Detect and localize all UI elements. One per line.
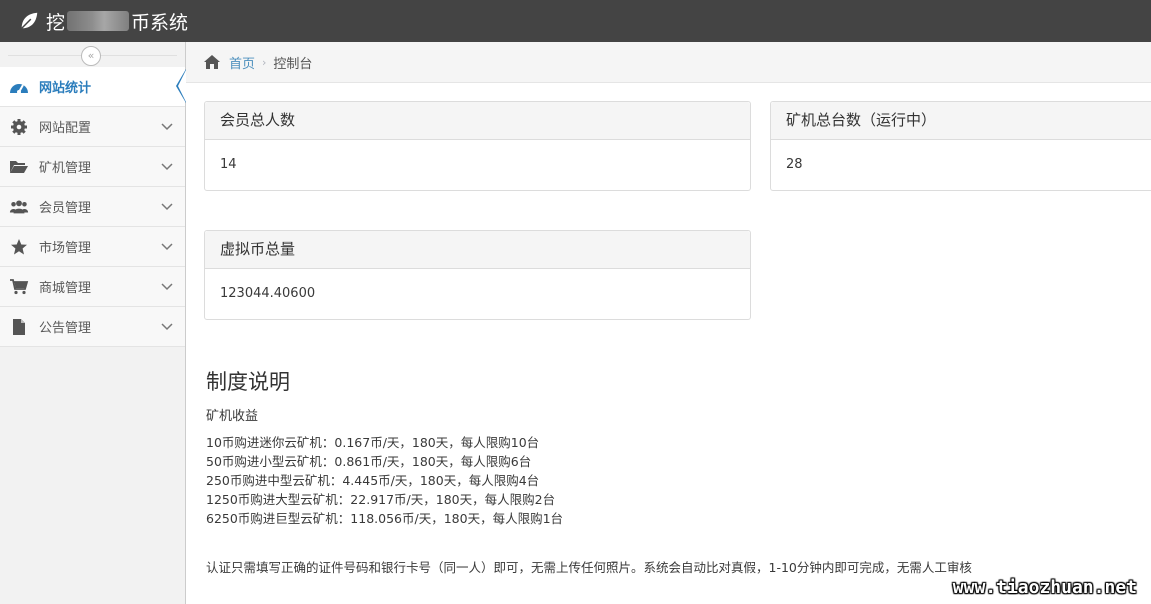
sidebar-item-shop[interactable]: 商城管理 bbox=[0, 267, 185, 307]
chevron-down-icon bbox=[161, 163, 173, 171]
top-navbar: 挖 币系统 bbox=[0, 0, 1151, 42]
sidebar: « 网站统计 网站配置 矿机管理 会员管理 市场管理 商城管理 公告管理 bbox=[0, 42, 186, 604]
panel-value: 123044.40600 bbox=[220, 286, 316, 301]
breadcrumb-current: 控制台 bbox=[273, 56, 313, 72]
sidebar-item-market[interactable]: 市场管理 bbox=[0, 227, 185, 267]
rule-line: 50币购进小型云矿机：0.861币/天，180天，每人限购6台 bbox=[206, 454, 532, 469]
double-chevron-left-icon[interactable]: « bbox=[81, 46, 101, 66]
sidebar-item-site-config[interactable]: 网站配置 bbox=[0, 107, 185, 147]
sidebar-item-label: 矿机管理 bbox=[39, 161, 92, 176]
brand[interactable]: 挖 币系统 bbox=[18, 7, 188, 35]
users-icon bbox=[9, 198, 29, 216]
folder-open-icon bbox=[9, 158, 29, 176]
verification-note: 认证只需填写正确的证件号码和银行卡号（同一人）即可，无需上传任何照片。系统会自动… bbox=[206, 560, 972, 575]
gear-icon bbox=[9, 118, 29, 136]
breadcrumb: 首页 › 控制台 bbox=[186, 42, 1151, 83]
rule-line: 1250币购进大型云矿机：22.917币/天，180天，每人限购2台 bbox=[206, 492, 556, 507]
sidebar-item-label: 会员管理 bbox=[39, 201, 92, 216]
chevron-down-icon bbox=[161, 283, 173, 291]
rule-line: 10币购进迷你云矿机：0.167币/天，180天，每人限购10台 bbox=[206, 435, 540, 450]
home-icon[interactable] bbox=[203, 54, 221, 70]
watermark-text: www.tiaozhuan.net bbox=[952, 577, 1137, 598]
rule-line: 250币购进中型云矿机：4.445币/天，180天，每人限购4台 bbox=[206, 473, 540, 488]
rules-list: 10币购进迷你云矿机：0.167币/天，180天，每人限购10台 50币购进小型… bbox=[206, 433, 563, 528]
dashboard-icon bbox=[9, 78, 29, 96]
sidebar-item-label: 市场管理 bbox=[39, 241, 92, 256]
panel-value: 14 bbox=[220, 157, 237, 172]
breadcrumb-separator-icon: › bbox=[262, 55, 267, 69]
chevron-down-icon bbox=[161, 203, 173, 211]
sidebar-item-label: 公告管理 bbox=[39, 321, 92, 336]
chevron-down-icon bbox=[161, 123, 173, 131]
rules-subtitle: 矿机收益 bbox=[206, 409, 259, 424]
sidebar-collapse-row: « bbox=[0, 42, 185, 67]
sidebar-item-stats[interactable]: 网站统计 bbox=[0, 67, 186, 107]
redacted-text bbox=[67, 11, 130, 31]
panel-title: 会员总人数 bbox=[205, 102, 750, 140]
breadcrumb-home-link[interactable]: 首页 bbox=[229, 53, 255, 72]
sidebar-item-label: 网站配置 bbox=[39, 121, 92, 136]
leaf-icon bbox=[21, 12, 38, 29]
brand-title-prefix: 挖 bbox=[46, 11, 66, 34]
brand-title-suffix: 币系统 bbox=[131, 11, 189, 34]
star-icon bbox=[9, 238, 29, 256]
sidebar-item-label: 网站统计 bbox=[39, 81, 92, 96]
sidebar-item-members[interactable]: 会员管理 bbox=[0, 187, 185, 227]
rule-line: 6250币购进巨型云矿机：118.056币/天，180天，每人限购1台 bbox=[206, 511, 564, 526]
panel-value: 28 bbox=[786, 157, 803, 172]
miners-stat-panel: 矿机总台数（运行中） 28 bbox=[770, 101, 1151, 191]
sidebar-item-label: 商城管理 bbox=[39, 281, 92, 296]
members-stat-panel: 会员总人数 14 bbox=[204, 101, 751, 191]
file-icon bbox=[9, 318, 29, 336]
panel-title: 矿机总台数（运行中） bbox=[771, 102, 1151, 140]
chevron-down-icon bbox=[161, 323, 173, 331]
rules-title: 制度说明 bbox=[206, 370, 290, 394]
cart-icon bbox=[9, 278, 29, 296]
panel-title: 虚拟币总量 bbox=[205, 231, 750, 269]
chevron-down-icon bbox=[161, 243, 173, 251]
sidebar-item-miners[interactable]: 矿机管理 bbox=[0, 147, 185, 187]
sidebar-item-notices[interactable]: 公告管理 bbox=[0, 307, 185, 347]
coins-stat-panel: 虚拟币总量 123044.40600 bbox=[204, 230, 751, 320]
